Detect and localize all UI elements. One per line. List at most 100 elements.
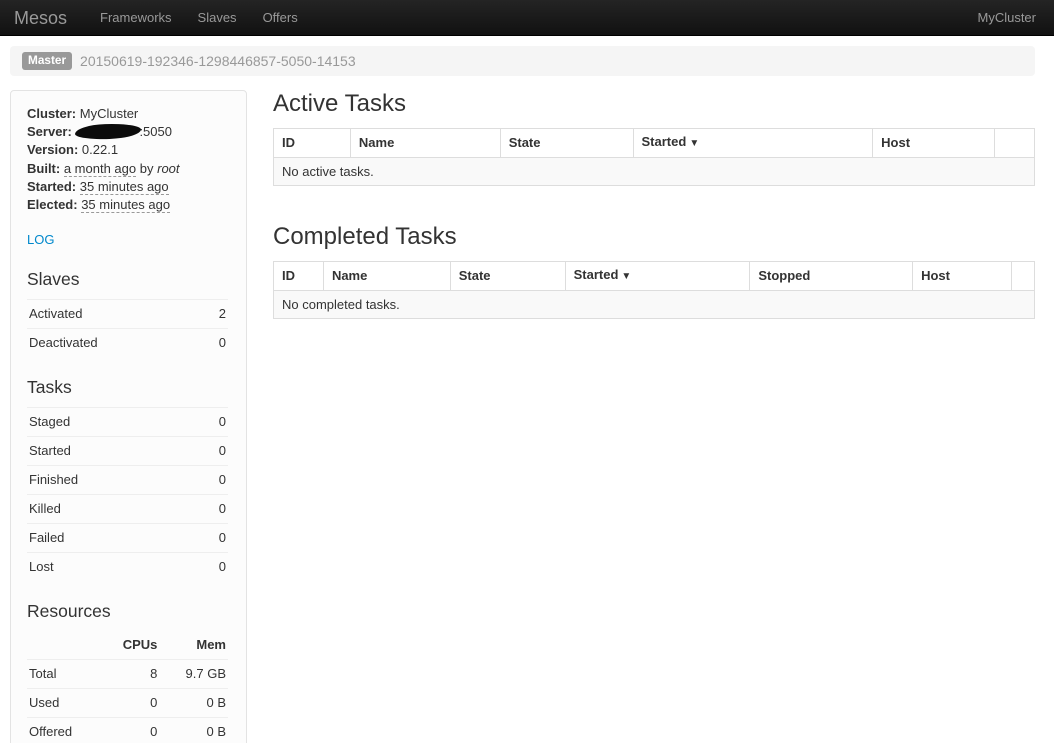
completed-col-host[interactable]: Host [913,262,1012,291]
version-info: Version: 0.22.1 [27,141,228,159]
active-col-id[interactable]: ID [274,129,351,158]
table-row: Killed 0 [27,495,228,524]
server-info: Server: :5050 [27,123,228,141]
active-col-name[interactable]: Name [350,129,500,158]
resources-cpus-header: CPUs [100,631,160,660]
server-port: :5050 [139,124,172,139]
resources-section-title: Resources [27,600,228,622]
started-timeago: 35 minutes ago [80,179,169,195]
table-row: Finished 0 [27,466,228,495]
table-row: Started 0 [27,437,228,466]
built-timeago: a month ago [64,161,136,177]
started-info: Started: 35 minutes ago [27,178,228,196]
table-row: No completed tasks. [274,291,1035,319]
tasks-failed-value: 0 [193,524,228,553]
built-conjunction: by [140,161,154,176]
tasks-killed-value: 0 [193,495,228,524]
table-row: Deactivated 0 [27,329,228,358]
built-info: Built: a month ago by root [27,160,228,178]
navbar-cluster-name: MyCluster [977,9,1054,27]
table-row: Used 0 0 B [27,689,228,718]
slaves-activated-value: 2 [201,300,228,329]
active-tasks-empty-message: No active tasks. [274,158,1035,186]
resources-offered-cpus: 0 [100,718,160,743]
tasks-table: Staged 0 Started 0 Finished 0 Killed 0 F… [27,407,228,581]
tasks-failed-label: Failed [27,524,193,553]
elected-info: Elected: 35 minutes ago [27,196,228,214]
resources-mem-header: Mem [159,631,228,660]
completed-col-actions [1011,262,1034,291]
table-row: Activated 2 [27,300,228,329]
navbar-menu: Frameworks Slaves Offers [87,0,311,35]
built-label: Built: [27,161,60,176]
tasks-staged-label: Staged [27,408,193,437]
active-col-started[interactable]: Started▼ [633,129,873,158]
completed-tasks-title: Completed Tasks [273,223,1035,251]
resources-used-label: Used [27,689,100,718]
completed-tasks-table: ID Name State Started▼ Stopped Host No c… [273,261,1035,319]
table-row: Failed 0 [27,524,228,553]
brand-mesos[interactable]: Mesos [0,9,87,27]
slaves-deactivated-value: 0 [201,329,228,358]
breadcrumb: Master 20150619-192346-1298446857-5050-1… [10,46,1035,76]
slaves-activated-label: Activated [27,300,201,329]
table-row: CPUs Mem [27,631,228,660]
cluster-label: Cluster: [27,106,76,121]
resources-table: CPUs Mem Total 8 9.7 GB Used 0 0 B Offer… [27,631,228,743]
resources-total-cpus: 8 [100,660,160,689]
active-col-state[interactable]: State [500,129,633,158]
top-navbar: Mesos Frameworks Slaves Offers MyCluster [0,0,1054,36]
resources-offered-label: Offered [27,718,100,743]
master-id: 20150619-192346-1298446857-5050-14153 [80,52,356,70]
completed-col-state[interactable]: State [450,262,565,291]
completed-tasks-empty-message: No completed tasks. [274,291,1035,319]
cluster-info: Cluster: MyCluster [27,105,228,123]
active-col-actions [995,129,1035,158]
resources-total-mem: 9.7 GB [159,660,228,689]
nav-item-offers[interactable]: Offers [250,0,311,35]
built-user: root [157,161,179,176]
completed-col-name[interactable]: Name [323,262,450,291]
log-link[interactable]: LOG [27,231,54,249]
tasks-staged-value: 0 [193,408,228,437]
tasks-lost-value: 0 [193,553,228,582]
sort-desc-icon: ▼ [621,271,631,282]
active-tasks-title: Active Tasks [273,90,1035,118]
tasks-finished-value: 0 [193,466,228,495]
started-label: Started: [27,179,76,194]
table-header-row: ID Name State Started▼ Stopped Host [274,262,1035,291]
completed-col-started[interactable]: Started▼ [565,262,750,291]
nav-item-slaves[interactable]: Slaves [185,0,250,35]
resources-total-label: Total [27,660,100,689]
completed-col-id[interactable]: ID [274,262,324,291]
resources-used-mem: 0 B [159,689,228,718]
version-value: 0.22.1 [82,142,118,157]
redacted-server-ip [75,123,141,140]
table-row: No active tasks. [274,158,1035,186]
slaves-deactivated-label: Deactivated [27,329,201,358]
master-info-panel: Cluster: MyCluster Server: :5050 Version… [10,90,247,743]
tasks-started-label: Started [27,437,193,466]
completed-col-stopped[interactable]: Stopped [750,262,913,291]
tasks-lost-label: Lost [27,553,193,582]
slaves-table: Activated 2 Deactivated 0 [27,299,228,357]
table-row: Total 8 9.7 GB [27,660,228,689]
active-tasks-table: ID Name State Started▼ Host No active ta… [273,128,1035,186]
elected-label: Elected: [27,197,78,212]
main-content: Active Tasks ID Name State Started▼ Host… [273,90,1035,319]
table-row: Lost 0 [27,553,228,582]
elected-timeago: 35 minutes ago [81,197,170,213]
table-row: Offered 0 0 B [27,718,228,743]
tasks-section-title: Tasks [27,376,228,398]
cluster-value: MyCluster [80,106,139,121]
sort-desc-icon: ▼ [689,138,699,149]
tasks-finished-label: Finished [27,466,193,495]
master-badge: Master [22,52,72,70]
nav-item-frameworks[interactable]: Frameworks [87,0,185,35]
active-col-host[interactable]: Host [873,129,995,158]
resources-spacer-header [27,631,100,660]
slaves-section-title: Slaves [27,268,228,290]
resources-used-cpus: 0 [100,689,160,718]
server-label: Server: [27,124,72,139]
table-header-row: ID Name State Started▼ Host [274,129,1035,158]
